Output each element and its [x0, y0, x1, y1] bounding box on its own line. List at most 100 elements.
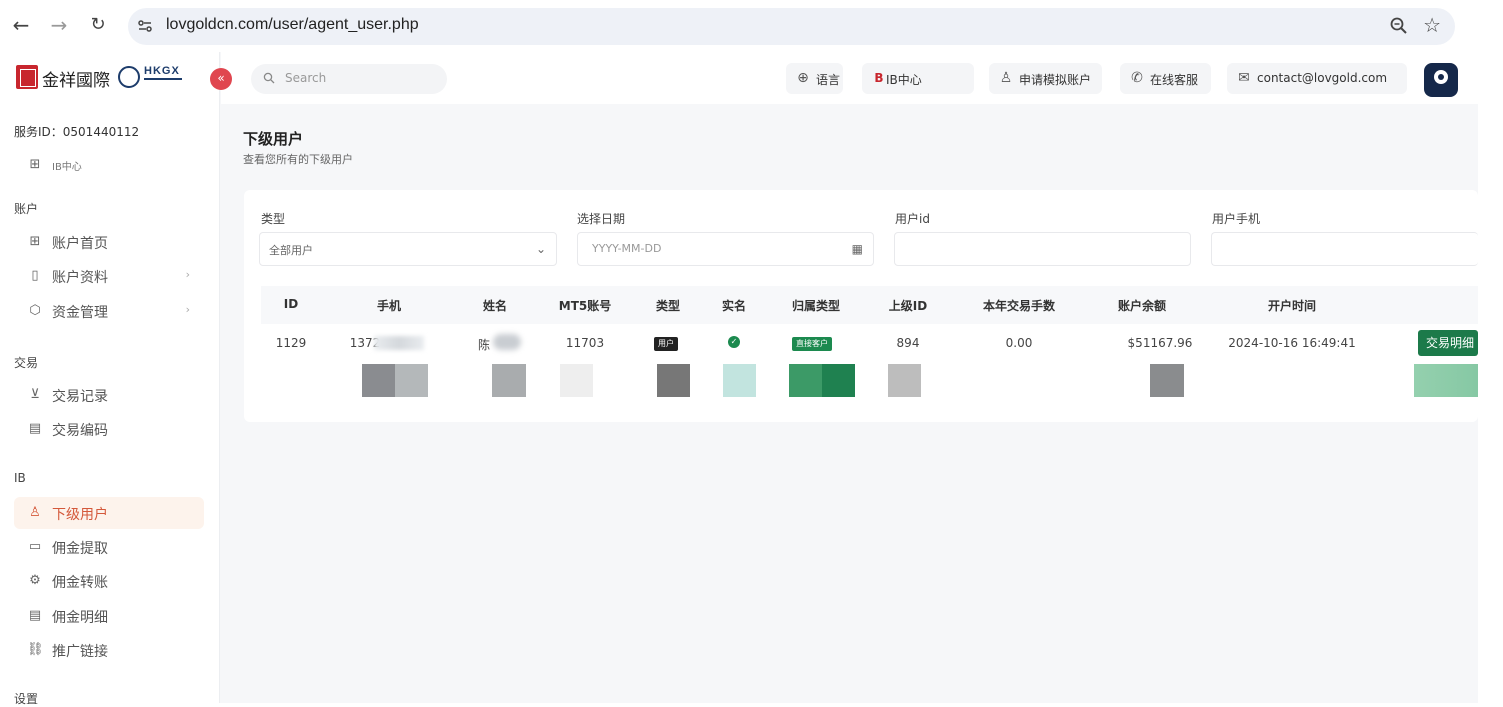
- redacted-cell: [1414, 364, 1478, 397]
- search-input[interactable]: Search: [251, 64, 447, 94]
- sidebar-item-trade-records[interactable]: ⊻ 交易记录: [14, 379, 204, 411]
- site-settings-icon[interactable]: [136, 17, 154, 35]
- sidebar-item-label: 交易编码: [52, 423, 108, 439]
- section-trade: 交易: [14, 356, 39, 370]
- col-phone: 手机: [376, 299, 402, 313]
- page-title: 下级用户: [243, 130, 304, 148]
- trade-detail-button[interactable]: 交易明细: [1418, 330, 1478, 356]
- date-picker-input[interactable]: YYYY-MM-DD ▦: [577, 232, 874, 266]
- sidebar-item-label: 交易记录: [52, 389, 108, 405]
- calendar-icon: ▦: [851, 242, 863, 256]
- redacted-name: [493, 334, 521, 350]
- table-header: ID 手机 姓名 MT5账号 类型 实名 归属类型 上级ID 本年交易手数 账户…: [261, 286, 1478, 324]
- phone-input[interactable]: [1211, 232, 1478, 266]
- date-placeholder: YYYY-MM-DD: [592, 242, 662, 255]
- demo-account-button[interactable]: ♙ 申请模拟账户: [989, 63, 1102, 94]
- search-placeholder: Search: [285, 71, 327, 85]
- section-settings: 设置: [14, 692, 39, 706]
- sidebar-item-funds[interactable]: ⬡ 资金管理 ›: [14, 295, 204, 327]
- back-arrow-icon[interactable]: ←: [8, 12, 34, 38]
- ib-logo-icon: B: [874, 71, 884, 85]
- collapse-sidebar-button[interactable]: «: [210, 68, 232, 90]
- document-icon: ▯: [31, 268, 39, 283]
- sidebar-item-commission-transfer[interactable]: ⚙ 佣金转账: [14, 565, 204, 597]
- col-balance: 账户余额: [1117, 299, 1167, 313]
- zoom-icon[interactable]: [1389, 16, 1409, 36]
- url-text[interactable]: lovgoldcn.com/user/agent_user.php: [166, 16, 419, 34]
- sidebar-item-account-profile[interactable]: ▯ 账户资料 ›: [14, 260, 204, 292]
- sidebar-item-commission-withdraw[interactable]: ▭ 佣金提取: [14, 531, 204, 563]
- sidebar-item-account-home[interactable]: ⊞ 账户首页: [14, 226, 204, 258]
- sidebar-item-label: 佣金明细: [52, 610, 108, 626]
- cell-name: 陈: [477, 338, 491, 352]
- cell-lots: 0.00: [1005, 336, 1033, 350]
- file-icon: ▤: [28, 421, 42, 436]
- cell-mt5: 11703: [565, 336, 605, 350]
- online-support-button[interactable]: ✆ 在线客服: [1120, 63, 1211, 94]
- brand-mark-icon: [16, 65, 38, 89]
- reload-icon[interactable]: ↻: [85, 12, 111, 38]
- sidebar-item-label: 账户资料: [52, 270, 108, 286]
- type-select[interactable]: 全部用户 ⌄: [259, 232, 557, 266]
- redacted-cell: [789, 364, 855, 397]
- user-icon: ♙: [29, 505, 41, 520]
- sidebar-item-label: 账户首页: [52, 236, 108, 252]
- sidebar-item-ib-center[interactable]: ⊞ IB中心: [14, 149, 204, 181]
- date-filter-label: 选择日期: [577, 212, 626, 226]
- card-icon: ▭: [28, 539, 42, 554]
- cell-open-time: 2024-10-16 16:49:41: [1228, 336, 1356, 350]
- sidebar-item-label: IB中心: [52, 162, 82, 173]
- partner-logo-underline: [144, 78, 182, 86]
- browser-toolbar: ← → ↻ lovgoldcn.com/user/agent_user.php …: [0, 0, 1478, 52]
- cell-id: 1129: [275, 336, 307, 350]
- language-button[interactable]: ⊕ 语言: [786, 63, 843, 94]
- mail-icon: ✉: [1238, 70, 1250, 86]
- col-lots: 本年交易手数: [982, 299, 1056, 313]
- chevron-down-icon: ⌄: [535, 242, 546, 256]
- userid-filter-label: 用户id: [895, 212, 930, 226]
- chevron-right-icon: ›: [185, 303, 190, 316]
- sidebar-item-label: 佣金转账: [52, 575, 108, 591]
- sidebar-item-trade-codes[interactable]: ▤ 交易编码: [14, 413, 204, 445]
- ib-center-button[interactable]: B IB中心: [862, 63, 974, 94]
- file-icon: ▤: [28, 608, 42, 623]
- sidebar-item-promo-link[interactable]: ⛓ 推广链接: [14, 634, 204, 666]
- userid-input[interactable]: [894, 232, 1191, 266]
- demo-account-label: 申请模拟账户: [1019, 73, 1092, 87]
- address-bar[interactable]: lovgoldcn.com/user/agent_user.php ☆: [128, 8, 1455, 45]
- search-icon: [263, 72, 275, 84]
- service-id: 服务ID：0501440112: [14, 125, 140, 139]
- avatar[interactable]: [1424, 63, 1458, 97]
- language-label: 语言: [816, 73, 841, 87]
- sidebar-item-sub-users[interactable]: ♙ 下级用户: [14, 497, 204, 529]
- app-root: 金祥國際 HKGX 服务ID：0501440112 ⊞ IB中心 账户 ⊞ 账户…: [0, 52, 1478, 706]
- cart-icon: ⊻: [30, 387, 40, 402]
- bookmark-star-icon[interactable]: ☆: [1423, 13, 1441, 37]
- redacted-cell: [723, 364, 756, 397]
- grid-icon: ⊞: [29, 234, 41, 249]
- top-bar: Search ⊕ 语言 B IB中心 ♙ 申请模拟账户 ✆ 在线客服 ✉ con…: [221, 52, 1478, 104]
- col-verified: 实名: [721, 299, 747, 313]
- col-type: 类型: [655, 299, 681, 313]
- forward-arrow-icon[interactable]: →: [46, 12, 72, 38]
- brand-logo[interactable]: 金祥國際 HKGX: [16, 65, 186, 91]
- contact-email-label: contact@lovgold.com: [1257, 71, 1388, 85]
- online-support-label: 在线客服: [1150, 73, 1199, 87]
- sidebar-item-label: 佣金提取: [52, 541, 108, 557]
- col-open-time: 开户时间: [1267, 299, 1317, 313]
- redacted-cell: [362, 364, 428, 397]
- brand-name: 金祥國際: [42, 71, 110, 91]
- redacted-phone: [374, 336, 424, 350]
- col-owner-type: 归属类型: [791, 299, 841, 313]
- chevron-right-icon: ›: [185, 268, 190, 281]
- col-name: 姓名: [482, 299, 508, 313]
- section-ib: IB: [14, 471, 26, 485]
- cube-icon: ⬡: [29, 303, 41, 318]
- contact-email-button[interactable]: ✉ contact@lovgold.com: [1227, 63, 1407, 94]
- grid-icon: ⊞: [29, 157, 41, 172]
- col-parent-id: 上级ID: [888, 299, 928, 313]
- sidebar-item-label: 资金管理: [52, 305, 108, 321]
- sidebar-item-commission-detail[interactable]: ▤ 佣金明细: [14, 600, 204, 632]
- col-id: ID: [283, 297, 299, 311]
- redacted-cell: [657, 364, 690, 397]
